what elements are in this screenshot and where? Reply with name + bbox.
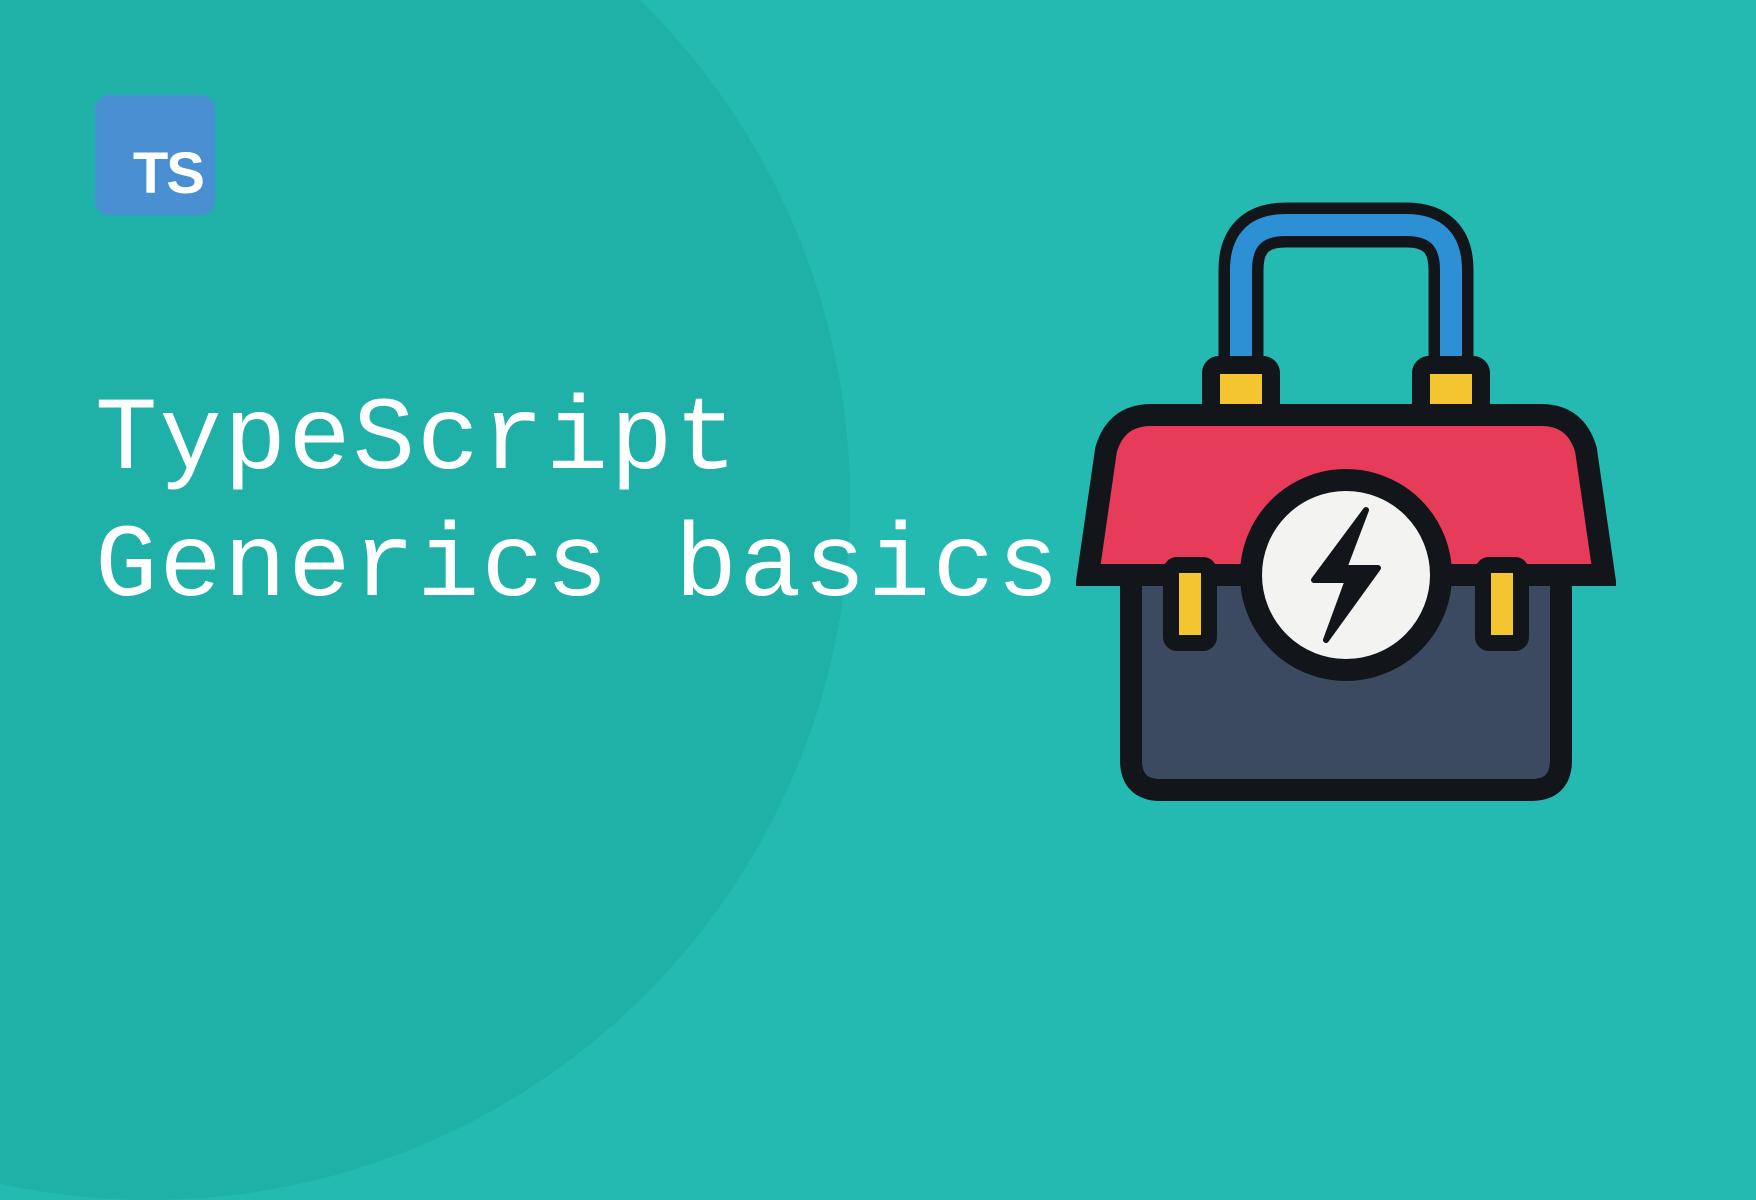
title-line-1: TypeScript xyxy=(95,378,1061,505)
typescript-logo-text: TS xyxy=(133,140,203,207)
toolbox-icon xyxy=(1076,170,1616,810)
title-line-2: Generics basics xyxy=(95,505,1061,632)
page-title: TypeScript Generics basics xyxy=(95,378,1061,632)
typescript-logo: TS xyxy=(95,95,215,215)
toolbox-illustration xyxy=(1076,170,1616,810)
